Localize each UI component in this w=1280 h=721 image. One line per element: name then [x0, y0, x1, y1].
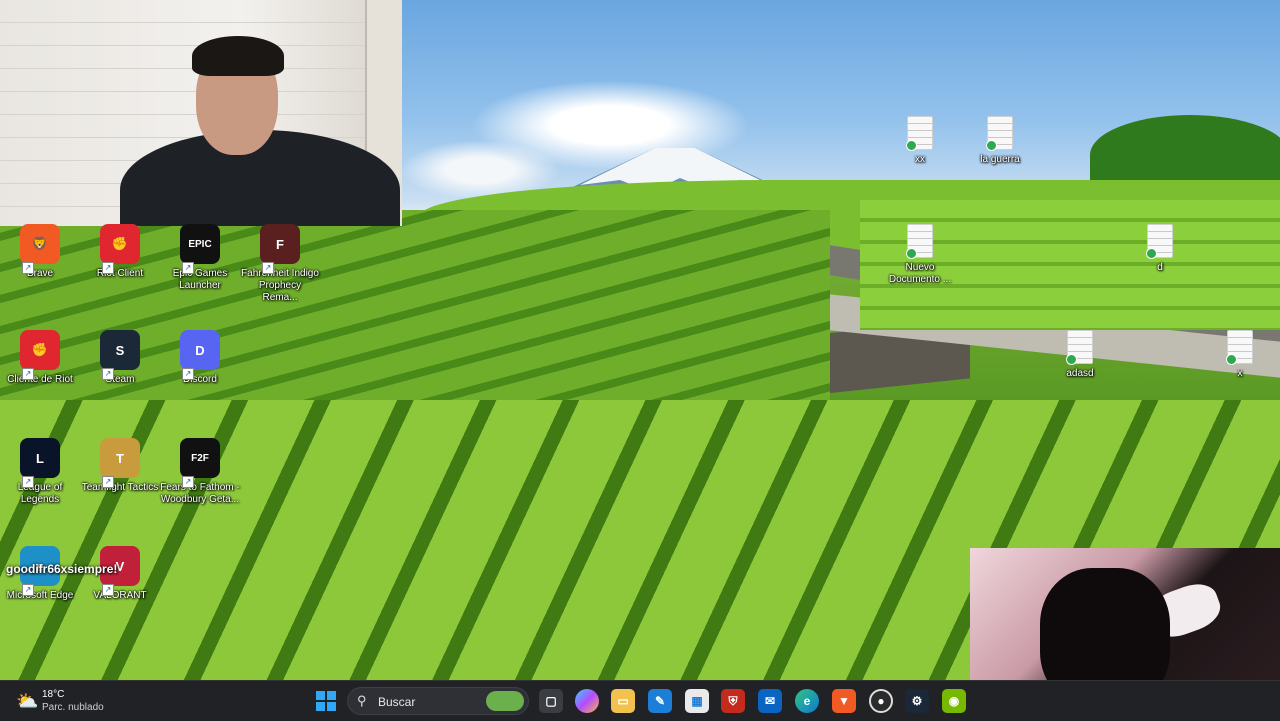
desktop-shortcut-teamfight-tactics[interactable]: T ↗ Teamfight Tactics — [80, 438, 160, 494]
obs-icon[interactable]: ● — [869, 689, 893, 713]
file-adasd[interactable]: adasd — [1040, 330, 1120, 380]
shortcut-arrow-icon: ↗ — [22, 262, 34, 274]
sync-status-icon — [1066, 354, 1077, 365]
file-d[interactable]: d — [1120, 224, 1200, 274]
weather-condition: Parc. nublado — [42, 702, 104, 713]
app-icon-blue[interactable]: ✎ — [648, 689, 672, 713]
desktop-icon-label: Discord — [183, 374, 217, 385]
desktop-shortcut-cliente-de-riot[interactable]: ✊ ↗ Cliente de Riot — [0, 330, 80, 386]
desktop-icon-label: Steam — [105, 374, 135, 385]
webcam-overlay — [0, 0, 402, 226]
shortcut-arrow-icon: ↗ — [22, 476, 34, 488]
file-x[interactable]: x — [1200, 330, 1280, 380]
steam-taskbar-icon[interactable]: ⚙ — [905, 689, 929, 713]
sync-status-icon — [906, 248, 917, 259]
desktop-icon-label: Fears to Fathom - Woodbury Geta... — [160, 482, 240, 505]
shortcut-arrow-icon: ↗ — [182, 368, 194, 380]
file-nuevo-documento[interactable]: Nuevo Documento ... — [880, 224, 960, 286]
desktop-icon-label: Teamfight Tactics — [81, 482, 159, 493]
shortcut-arrow-icon: ↗ — [182, 476, 194, 488]
file-la-guerra[interactable]: la guerra — [960, 116, 1040, 166]
start-button[interactable] — [314, 689, 338, 713]
search-box[interactable]: ⚲ Buscar — [347, 687, 529, 715]
desktop-icon-label: x — [1237, 368, 1243, 379]
shortcut-arrow-icon: ↗ — [182, 262, 194, 274]
league-of-legends-icon: L — [20, 438, 60, 478]
text-document-icon — [1146, 224, 1173, 259]
windows-logo-icon — [316, 691, 336, 711]
brave-taskbar-icon[interactable]: ▼ — [832, 689, 856, 713]
desktop-shortcut-discord[interactable]: D ↗ Discord — [160, 330, 240, 386]
epic-games-icon: EPIC — [180, 224, 220, 264]
sync-status-icon — [906, 140, 917, 151]
desktop-shortcut-riot-client[interactable]: ✊ ↗ Riot Client — [80, 224, 160, 280]
sync-status-icon — [1146, 248, 1157, 259]
shortcut-arrow-icon: ↗ — [102, 262, 114, 274]
shortcut-arrow-icon: ↗ — [22, 584, 34, 596]
desktop-icon-label: Brave — [26, 268, 54, 279]
desktop-shortcut-epic-games[interactable]: EPIC ↗ Epic Games Launcher — [160, 224, 240, 292]
sync-status-icon — [1226, 354, 1237, 365]
fahrenheit-icon: F — [260, 224, 300, 264]
teamfight-tactics-icon: T — [100, 438, 140, 478]
riot-client-icon: ✊ — [100, 224, 140, 264]
desktop-icon-label: adasd — [1066, 368, 1094, 379]
text-document-icon — [1226, 330, 1253, 365]
desktop-shortcut-league-of-legends[interactable]: L ↗ League of Legends — [0, 438, 80, 506]
search-icon: ⚲ — [357, 693, 367, 708]
desktop-icon-label: Cliente de Riot — [7, 374, 73, 385]
shortcut-arrow-icon: ↗ — [102, 368, 114, 380]
leg — [1040, 568, 1170, 680]
desktop-icon-label: Fahrenheit Indigo Prophecy Rema... — [241, 268, 319, 303]
desktop-shortcut-fears-to-fathom[interactable]: F2F ↗ Fears to Fathom - Woodbury Geta... — [160, 438, 240, 506]
weather-cloud-icon: ⛅ — [16, 691, 39, 711]
nvidia-icon[interactable]: ◉ — [942, 689, 966, 713]
brave-icon: 🦁 — [20, 224, 60, 264]
desktop-icon-label: d — [1157, 262, 1163, 273]
desktop-icon-label: Microsoft Edge — [6, 590, 74, 601]
person-hair — [192, 36, 284, 76]
weather-widget[interactable]: ⛅ 18°C Parc. nublado — [14, 687, 134, 715]
shortcut-arrow-icon: ↗ — [102, 476, 114, 488]
overlay-text: goodifr66xsiempre! — [6, 562, 118, 576]
file-explorer-icon[interactable]: ▭ — [611, 689, 635, 713]
weather-temp: 18°C — [42, 689, 65, 700]
antivirus-icon[interactable]: ⛨ — [721, 689, 745, 713]
discord-icon: D — [180, 330, 220, 370]
fears-to-fathom-icon: F2F — [180, 438, 220, 478]
desktop-shortcut-fahrenheit[interactable]: F ↗ Fahrenheit Indigo Prophecy Rema... — [240, 224, 320, 304]
steam-icon: S — [100, 330, 140, 370]
desktop-shortcut-brave[interactable]: 🦁 ↗ Brave — [0, 224, 80, 280]
search-placeholder: Buscar — [378, 695, 416, 709]
copilot-icon[interactable] — [575, 689, 599, 713]
desktop-icon-label: Riot Client — [96, 268, 144, 279]
desktop-icon-label: VALORANT — [93, 590, 147, 601]
taskbar: ⛅ 18°C Parc. nublado ⚲ Buscar ▢ ▭ ✎ ▦ ⛨ … — [0, 680, 1280, 721]
edge-icon[interactable]: e — [795, 689, 819, 713]
shortcut-arrow-icon: ↗ — [102, 584, 114, 596]
desktop-icon-label: Epic Games Launcher — [172, 268, 228, 291]
task-view-icon[interactable]: ▢ — [539, 689, 563, 713]
sync-status-icon — [986, 140, 997, 151]
shortcut-arrow-icon: ↗ — [22, 368, 34, 380]
text-document-icon — [1066, 330, 1093, 365]
file-xx[interactable]: xx — [880, 116, 960, 166]
search-highlight-icon — [486, 691, 524, 711]
desktop-icon-label: xx — [915, 154, 925, 165]
desktop-icon-label: League of Legends — [17, 482, 63, 505]
video-overlay — [970, 548, 1280, 680]
microsoft-store-icon[interactable]: ▦ — [685, 689, 709, 713]
desktop-icon-label: Nuevo Documento ... — [888, 262, 952, 285]
text-document-icon — [906, 224, 933, 259]
cliente-de-riot-icon: ✊ — [20, 330, 60, 370]
desktop-shortcut-steam[interactable]: S ↗ Steam — [80, 330, 160, 386]
text-document-icon — [986, 116, 1013, 151]
text-document-icon — [906, 116, 933, 151]
shortcut-arrow-icon: ↗ — [262, 262, 274, 274]
outlook-icon[interactable]: ✉ — [758, 689, 782, 713]
desktop-icon-label: la guerra — [980, 154, 1020, 165]
